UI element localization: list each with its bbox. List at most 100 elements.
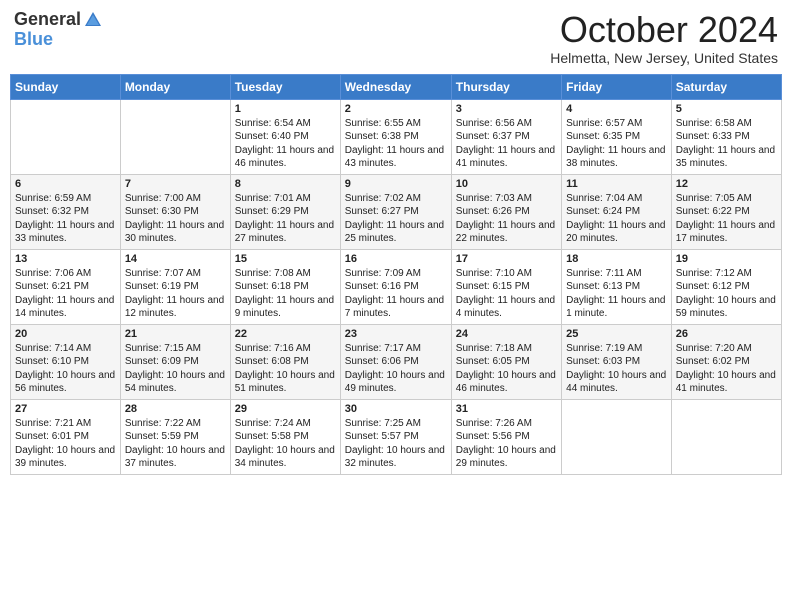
day-number: 9	[345, 178, 447, 190]
calendar-cell: 29 Sunrise: 7:24 AM Sunset: 5:58 PM Dayli…	[230, 399, 340, 474]
calendar-cell: 18 Sunrise: 7:11 AM Sunset: 6:13 PM Dayli…	[562, 249, 672, 324]
calendar-week-4: 20 Sunrise: 7:14 AM Sunset: 6:10 PM Dayli…	[11, 324, 782, 399]
day-content: Sunrise: 7:06 AM Sunset: 6:21 PM Dayligh…	[15, 267, 116, 321]
day-number: 27	[15, 403, 116, 415]
logo-blue: Blue	[14, 29, 53, 49]
calendar-cell: 14 Sunrise: 7:07 AM Sunset: 6:19 PM Dayli…	[120, 249, 230, 324]
day-content: Sunrise: 6:55 AM Sunset: 6:38 PM Dayligh…	[345, 117, 447, 171]
day-content: Sunrise: 7:11 AM Sunset: 6:13 PM Dayligh…	[566, 267, 667, 321]
day-number: 12	[676, 178, 777, 190]
day-content: Sunrise: 7:17 AM Sunset: 6:06 PM Dayligh…	[345, 342, 447, 396]
col-header-thursday: Thursday	[451, 74, 561, 99]
calendar-cell: 30 Sunrise: 7:25 AM Sunset: 5:57 PM Dayli…	[340, 399, 451, 474]
calendar-cell: 6Sunrise: 6:59 AM Sunset: 6:32 PM Daylig…	[11, 174, 121, 249]
day-number: 17	[456, 253, 557, 265]
calendar-cell: 27Sunrise: 7:21 AM Sunset: 6:01 PM Dayli…	[11, 399, 121, 474]
day-number: 10	[456, 178, 557, 190]
col-header-friday: Friday	[562, 74, 672, 99]
day-number: 7	[125, 178, 226, 190]
calendar-cell: 21Sunrise: 7:15 AM Sunset: 6:09 PM Dayli…	[120, 324, 230, 399]
logo-general: General	[14, 10, 81, 30]
calendar-cell: 7 Sunrise: 7:00 AM Sunset: 6:30 PM Daylig…	[120, 174, 230, 249]
day-number: 29	[235, 403, 336, 415]
calendar-cell: 25 Sunrise: 7:19 AM Sunset: 6:03 PM Dayli…	[562, 324, 672, 399]
day-content: Sunrise: 7:20 AM Sunset: 6:02 PM Dayligh…	[676, 342, 777, 396]
day-content: Sunrise: 7:16 AM Sunset: 6:08 PM Dayligh…	[235, 342, 336, 396]
day-number: 3	[456, 103, 557, 115]
col-header-saturday: Saturday	[671, 74, 781, 99]
day-number: 19	[676, 253, 777, 265]
calendar-cell: 19 Sunrise: 7:12 AM Sunset: 6:12 PM Dayli…	[671, 249, 781, 324]
calendar-cell: 8 Sunrise: 7:01 AM Sunset: 6:29 PM Daylig…	[230, 174, 340, 249]
calendar-cell: 22 Sunrise: 7:16 AM Sunset: 6:08 PM Dayli…	[230, 324, 340, 399]
title-block: October 2024 Helmetta, New Jersey, Unite…	[550, 10, 778, 66]
day-content: Sunrise: 7:10 AM Sunset: 6:15 PM Dayligh…	[456, 267, 557, 321]
calendar-cell	[120, 99, 230, 174]
day-number: 5	[676, 103, 777, 115]
day-content: Sunrise: 7:12 AM Sunset: 6:12 PM Dayligh…	[676, 267, 777, 321]
day-content: Sunrise: 7:07 AM Sunset: 6:19 PM Dayligh…	[125, 267, 226, 321]
day-content: Sunrise: 6:56 AM Sunset: 6:37 PM Dayligh…	[456, 117, 557, 171]
day-number: 30	[345, 403, 447, 415]
calendar-cell: 4Sunrise: 6:57 AM Sunset: 6:35 PM Daylig…	[562, 99, 672, 174]
day-number: 28	[125, 403, 226, 415]
day-number: 24	[456, 328, 557, 340]
day-content: Sunrise: 7:14 AM Sunset: 6:10 PM Dayligh…	[15, 342, 116, 396]
day-number: 15	[235, 253, 336, 265]
day-number: 6	[15, 178, 116, 190]
day-content: Sunrise: 7:18 AM Sunset: 6:05 PM Dayligh…	[456, 342, 557, 396]
calendar-cell: 2 Sunrise: 6:55 AM Sunset: 6:38 PM Daylig…	[340, 99, 451, 174]
page-header: General Blue October 2024 Helmetta, New …	[10, 10, 782, 66]
day-number: 25	[566, 328, 667, 340]
day-content: Sunrise: 7:05 AM Sunset: 6:22 PM Dayligh…	[676, 192, 777, 246]
col-header-tuesday: Tuesday	[230, 74, 340, 99]
calendar-cell: 31Sunrise: 7:26 AM Sunset: 5:56 PM Dayli…	[451, 399, 561, 474]
day-content: Sunrise: 7:01 AM Sunset: 6:29 PM Dayligh…	[235, 192, 336, 246]
calendar-cell: 17 Sunrise: 7:10 AM Sunset: 6:15 PM Dayli…	[451, 249, 561, 324]
col-header-sunday: Sunday	[11, 74, 121, 99]
calendar-cell	[562, 399, 672, 474]
calendar-cell: 1 Sunrise: 6:54 AM Sunset: 6:40 PM Daylig…	[230, 99, 340, 174]
calendar-week-3: 13 Sunrise: 7:06 AM Sunset: 6:21 PM Dayli…	[11, 249, 782, 324]
day-content: Sunrise: 7:15 AM Sunset: 6:09 PM Dayligh…	[125, 342, 226, 396]
day-content: Sunrise: 6:54 AM Sunset: 6:40 PM Dayligh…	[235, 117, 336, 171]
day-number: 23	[345, 328, 447, 340]
day-number: 22	[235, 328, 336, 340]
day-number: 11	[566, 178, 667, 190]
col-header-wednesday: Wednesday	[340, 74, 451, 99]
calendar-week-5: 27Sunrise: 7:21 AM Sunset: 6:01 PM Dayli…	[11, 399, 782, 474]
day-number: 20	[15, 328, 116, 340]
day-number: 18	[566, 253, 667, 265]
day-content: Sunrise: 7:03 AM Sunset: 6:26 PM Dayligh…	[456, 192, 557, 246]
calendar-cell	[671, 399, 781, 474]
day-number: 2	[345, 103, 447, 115]
calendar-cell: 20 Sunrise: 7:14 AM Sunset: 6:10 PM Dayli…	[11, 324, 121, 399]
calendar-cell: 26 Sunrise: 7:20 AM Sunset: 6:02 PM Dayli…	[671, 324, 781, 399]
day-content: Sunrise: 7:24 AM Sunset: 5:58 PM Dayligh…	[235, 417, 336, 471]
day-number: 8	[235, 178, 336, 190]
day-content: Sunrise: 7:19 AM Sunset: 6:03 PM Dayligh…	[566, 342, 667, 396]
month-title: October 2024	[550, 10, 778, 50]
day-number: 13	[15, 253, 116, 265]
calendar-week-2: 6Sunrise: 6:59 AM Sunset: 6:32 PM Daylig…	[11, 174, 782, 249]
logo-icon	[83, 10, 103, 30]
calendar-week-1: 1 Sunrise: 6:54 AM Sunset: 6:40 PM Daylig…	[11, 99, 782, 174]
calendar-cell: 10 Sunrise: 7:03 AM Sunset: 6:26 PM Dayli…	[451, 174, 561, 249]
calendar-cell: 9Sunrise: 7:02 AM Sunset: 6:27 PM Daylig…	[340, 174, 451, 249]
day-number: 1	[235, 103, 336, 115]
day-content: Sunrise: 7:25 AM Sunset: 5:57 PM Dayligh…	[345, 417, 447, 471]
day-number: 26	[676, 328, 777, 340]
day-content: Sunrise: 6:58 AM Sunset: 6:33 PM Dayligh…	[676, 117, 777, 171]
calendar-cell: 3 Sunrise: 6:56 AM Sunset: 6:37 PM Daylig…	[451, 99, 561, 174]
day-content: Sunrise: 6:57 AM Sunset: 6:35 PM Dayligh…	[566, 117, 667, 171]
day-content: Sunrise: 7:00 AM Sunset: 6:30 PM Dayligh…	[125, 192, 226, 246]
day-content: Sunrise: 7:08 AM Sunset: 6:18 PM Dayligh…	[235, 267, 336, 321]
calendar-table: SundayMondayTuesdayWednesdayThursdayFrid…	[10, 74, 782, 475]
location-text: Helmetta, New Jersey, United States	[550, 50, 778, 66]
day-number: 14	[125, 253, 226, 265]
calendar-cell: 11 Sunrise: 7:04 AM Sunset: 6:24 PM Dayli…	[562, 174, 672, 249]
calendar-cell: 13 Sunrise: 7:06 AM Sunset: 6:21 PM Dayli…	[11, 249, 121, 324]
calendar-cell: 24 Sunrise: 7:18 AM Sunset: 6:05 PM Dayli…	[451, 324, 561, 399]
calendar-cell: 15 Sunrise: 7:08 AM Sunset: 6:18 PM Dayli…	[230, 249, 340, 324]
day-content: Sunrise: 7:04 AM Sunset: 6:24 PM Dayligh…	[566, 192, 667, 246]
